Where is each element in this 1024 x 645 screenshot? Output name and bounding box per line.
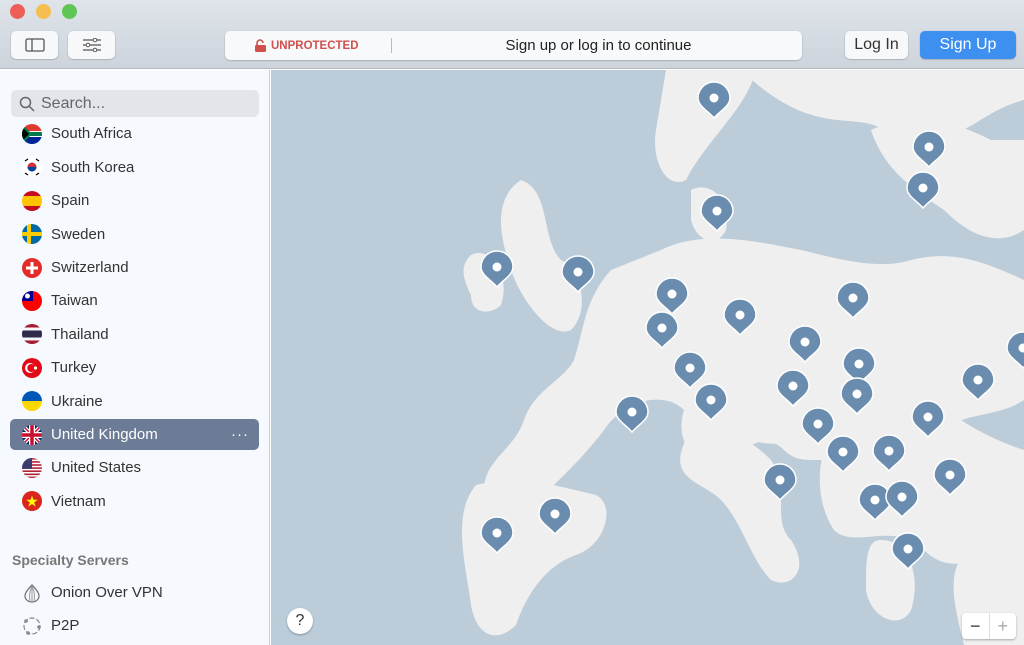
server-map[interactable] [271,70,1024,645]
flag-icon [22,290,42,311]
country-label: Turkey [51,359,97,377]
server-pin[interactable] [615,395,649,434]
flag-icon [22,391,42,412]
country-label: Thailand [51,325,109,343]
country-item-vietnam[interactable]: Vietnam [10,486,259,517]
specialty-label: P2P [51,617,80,634]
zoom-window-button[interactable] [62,4,77,19]
help-button[interactable]: ? [287,608,313,634]
flag-icon [22,123,42,144]
close-window-button[interactable] [10,4,25,19]
country-item-thailand[interactable]: Thailand [10,319,259,350]
country-item-ukraine[interactable]: Ukraine [10,386,259,417]
specialty-item-p2p[interactable]: P2P [10,610,259,641]
minimize-window-button[interactable] [36,4,51,19]
search-placeholder: Search... [41,94,106,112]
search-icon [19,96,35,112]
log-in-button[interactable]: Log In [845,31,908,59]
zoom-out-button[interactable]: − [962,613,989,639]
country-label: Taiwan [51,292,98,310]
settings-button[interactable] [68,31,115,59]
sidebar: Search... SlovakiaSouth AfricaSouth Kore… [0,70,270,645]
flag-icon [22,224,42,245]
country-item-spain[interactable]: Spain [10,185,259,216]
sign-up-button[interactable]: Sign Up [920,31,1016,59]
flag-icon [22,190,42,211]
onion-icon [24,583,40,603]
country-label: South Korea [51,158,135,176]
flag-icon [22,457,42,478]
country-item-turkey[interactable]: Turkey [10,352,259,383]
country-item-south-africa[interactable]: South Africa [10,118,259,149]
map-canvas[interactable] [271,70,1024,645]
title-bar: UNPROTECTED Sign up or log in to continu… [0,0,1024,69]
flag-icon [22,357,42,378]
country-label: United Kingdom [51,426,158,443]
status-indicator: UNPROTECTED [255,39,359,52]
search-input[interactable]: Search... [11,90,259,117]
country-item-taiwan[interactable]: Taiwan [10,285,259,316]
unlocked-icon [255,39,266,52]
flag-icon [22,491,42,512]
country-label: Ukraine [51,392,103,410]
country-label: South Africa [51,125,132,143]
country-label: United States [51,459,142,477]
divider [391,38,392,53]
country-label: Sweden [51,225,106,243]
flag-icon [22,257,42,278]
country-label: Spain [51,192,90,210]
flag-icon [22,424,42,445]
connection-status-bar: UNPROTECTED Sign up or log in to continu… [225,31,802,60]
country-item-south-korea[interactable]: South Korea [10,152,259,183]
zoom-in-button[interactable]: + [988,613,1017,639]
country-label: Vietnam [51,492,106,510]
country-item-switzerland[interactable]: Switzerland [10,252,259,283]
country-item-sweden[interactable]: Sweden [10,219,259,250]
p2p-icon [23,616,41,635]
specialty-item-onion-over-vpn[interactable]: Onion Over VPN [10,577,259,608]
sliders-icon [82,38,101,52]
status-label: UNPROTECTED [271,39,359,52]
specialty-label: Onion Over VPN [51,584,163,601]
map-zoom-controls[interactable]: − + [962,613,1016,639]
toggle-sidebar-button[interactable] [11,31,58,59]
specialty-servers-heading: Specialty Servers [12,552,129,568]
flag-icon [22,157,42,178]
country-item-united-kingdom[interactable]: United Kingdom ··· [10,419,259,450]
flag-icon [22,324,42,345]
status-message: Sign up or log in to continue [505,37,692,54]
country-label: Switzerland [51,259,129,276]
more-options-button[interactable]: ··· [231,426,249,443]
country-item-united-states[interactable]: United States [10,452,259,483]
sidebar-icon [24,38,45,52]
